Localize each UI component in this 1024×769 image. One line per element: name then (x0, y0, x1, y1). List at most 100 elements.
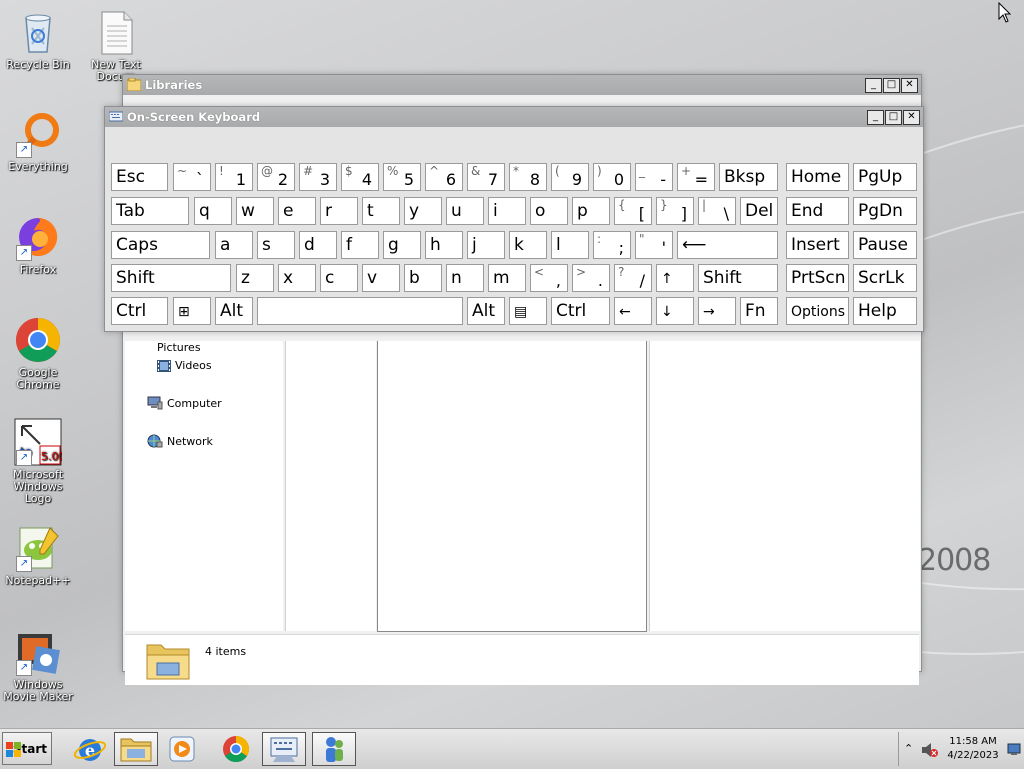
key-arrow-right[interactable]: → (698, 297, 736, 325)
key-semicolon[interactable]: :; (593, 231, 631, 259)
close-button[interactable]: ✕ (903, 110, 920, 125)
start-button[interactable]: Start (2, 732, 52, 765)
key-quote[interactable]: " ' (635, 231, 673, 259)
key-backspace[interactable]: Bksp (719, 163, 778, 191)
key-space[interactable] (257, 297, 463, 325)
key-backtick[interactable]: ~ ` (173, 163, 211, 191)
key-minus[interactable]: _ - (635, 163, 673, 191)
osk-titlebar[interactable]: On-Screen Keyboard _ □ ✕ (105, 107, 923, 127)
key-arrow-left[interactable]: ← (614, 297, 652, 325)
clock[interactable]: 11:58 AM 4/22/2023 (947, 735, 999, 763)
key-1[interactable]: ! 1 (215, 163, 253, 191)
key-right-ctrl[interactable]: Ctrl (551, 297, 610, 325)
key-p[interactable]: p (572, 197, 610, 225)
key-prtscn[interactable]: PrtScn (786, 264, 849, 292)
on-screen-keyboard-window[interactable]: On-Screen Keyboard _ □ ✕ Esc ~ ` ! 1 @2 #3… (104, 106, 924, 332)
key-c[interactable]: c (320, 264, 358, 292)
key-8[interactable]: * 8 (509, 163, 547, 191)
key-j[interactable]: j (467, 231, 505, 259)
key-end[interactable]: End (786, 197, 849, 225)
key-f[interactable]: f (341, 231, 379, 259)
key-w[interactable]: w (236, 197, 274, 225)
key-right-bracket[interactable]: }] (656, 197, 694, 225)
nav-item-pictures[interactable]: Pictures (157, 341, 201, 354)
key-y[interactable]: y (404, 197, 442, 225)
show-hidden-icons-chevron-icon[interactable]: ⌃ (904, 742, 913, 755)
desktop-icon-google-chrome[interactable]: Google Chrome (0, 316, 76, 391)
key-scrlk[interactable]: ScrLk (853, 264, 917, 292)
key-left-ctrl[interactable]: Ctrl (111, 297, 168, 325)
key-2[interactable]: @2 (257, 163, 295, 191)
key-s[interactable]: s (257, 231, 295, 259)
volume-muted-icon[interactable] (921, 742, 939, 758)
libraries-titlebar[interactable]: Libraries _ □ ✕ (123, 75, 921, 95)
key-left-bracket[interactable]: {[ (614, 197, 652, 225)
key-5[interactable]: % 5 (383, 163, 421, 191)
desktop-icon-notepad-plus-plus[interactable]: ↗ Notepad++ (0, 524, 76, 587)
key-g[interactable]: g (383, 231, 421, 259)
key-h[interactable]: h (425, 231, 463, 259)
key-left-shift[interactable]: Shift (111, 264, 231, 292)
desktop-icon-everything[interactable]: ↗ Everything (0, 110, 76, 173)
nav-item-network[interactable]: Network (147, 434, 213, 448)
navigation-pane[interactable]: Pictures Videos Computer Network (125, 341, 283, 631)
key-pause[interactable]: Pause (853, 231, 917, 259)
key-caps[interactable]: Caps (111, 231, 210, 259)
key-home[interactable]: Home (786, 163, 849, 191)
taskbar-chrome[interactable] (214, 732, 258, 766)
options-button[interactable]: Options (786, 297, 849, 325)
desktop-icon-firefox[interactable]: ↗ Firefox (0, 213, 76, 276)
file-list-pane[interactable] (377, 341, 647, 632)
key-z[interactable]: z (236, 264, 274, 292)
help-button[interactable]: Help (853, 297, 917, 325)
key-windows[interactable]: ⊞ (173, 297, 211, 325)
key-t[interactable]: t (362, 197, 400, 225)
key-i[interactable]: i (488, 197, 526, 225)
key-4[interactable]: $4 (341, 163, 379, 191)
key-period[interactable]: >. (572, 264, 610, 292)
taskbar-on-screen-keyboard[interactable] (262, 732, 306, 766)
desktop-icon-new-text-document[interactable]: New Text Docum (78, 8, 154, 83)
key-0[interactable]: ) 0 (593, 163, 631, 191)
maximize-button[interactable]: □ (883, 78, 900, 93)
library-pane[interactable] (285, 341, 376, 631)
close-button[interactable]: ✕ (901, 78, 918, 93)
key-pgup[interactable]: PgUp (853, 163, 917, 191)
key-u[interactable]: u (446, 197, 484, 225)
show-desktop-icon[interactable] (1007, 742, 1021, 756)
nav-item-videos[interactable]: Videos (157, 359, 212, 372)
key-arrow-up[interactable]: ↑ (656, 264, 694, 292)
key-n[interactable]: n (446, 264, 484, 292)
key-backslash[interactable]: | \ (698, 197, 736, 225)
key-tab[interactable]: Tab (111, 197, 189, 225)
key-9[interactable]: (9 (551, 163, 589, 191)
key-3[interactable]: #3 (299, 163, 337, 191)
key-l[interactable]: l (551, 231, 589, 259)
key-enter[interactable]: ⟵ (677, 231, 778, 259)
key-a[interactable]: a (215, 231, 253, 259)
desktop-icon-windows-movie-maker[interactable]: ↗ Windows Movie Maker (0, 628, 76, 703)
key-equals[interactable]: + = (677, 163, 715, 191)
nav-item-computer[interactable]: Computer (147, 396, 222, 410)
minimize-button[interactable]: _ (867, 110, 884, 125)
key-arrow-down[interactable]: ↓ (656, 297, 694, 325)
taskbar-people[interactable] (312, 732, 356, 766)
key-d[interactable]: d (299, 231, 337, 259)
key-menu[interactable]: ▤ (509, 297, 547, 325)
key-comma[interactable]: <, (530, 264, 568, 292)
desktop-icon-recycle-bin[interactable]: Recycle Bin (0, 8, 76, 71)
key-x[interactable]: x (278, 264, 316, 292)
key-7[interactable]: & 7 (467, 163, 505, 191)
desktop-icon-microsoft-windows-logo[interactable]: to5.00 ↗ Microsoft Windows Logo (0, 418, 76, 505)
key-esc[interactable]: Esc (111, 163, 168, 191)
maximize-button[interactable]: □ (885, 110, 902, 125)
taskbar-media-player[interactable] (160, 732, 204, 766)
key-slash[interactable]: ? / (614, 264, 652, 292)
key-q[interactable]: q (194, 197, 232, 225)
key-6[interactable]: ^ 6 (425, 163, 463, 191)
minimize-button[interactable]: _ (865, 78, 882, 93)
key-right-shift[interactable]: Shift (698, 264, 778, 292)
taskbar-file-explorer[interactable] (114, 732, 158, 766)
key-insert[interactable]: Insert (786, 231, 849, 259)
key-pgdn[interactable]: PgDn (853, 197, 917, 225)
